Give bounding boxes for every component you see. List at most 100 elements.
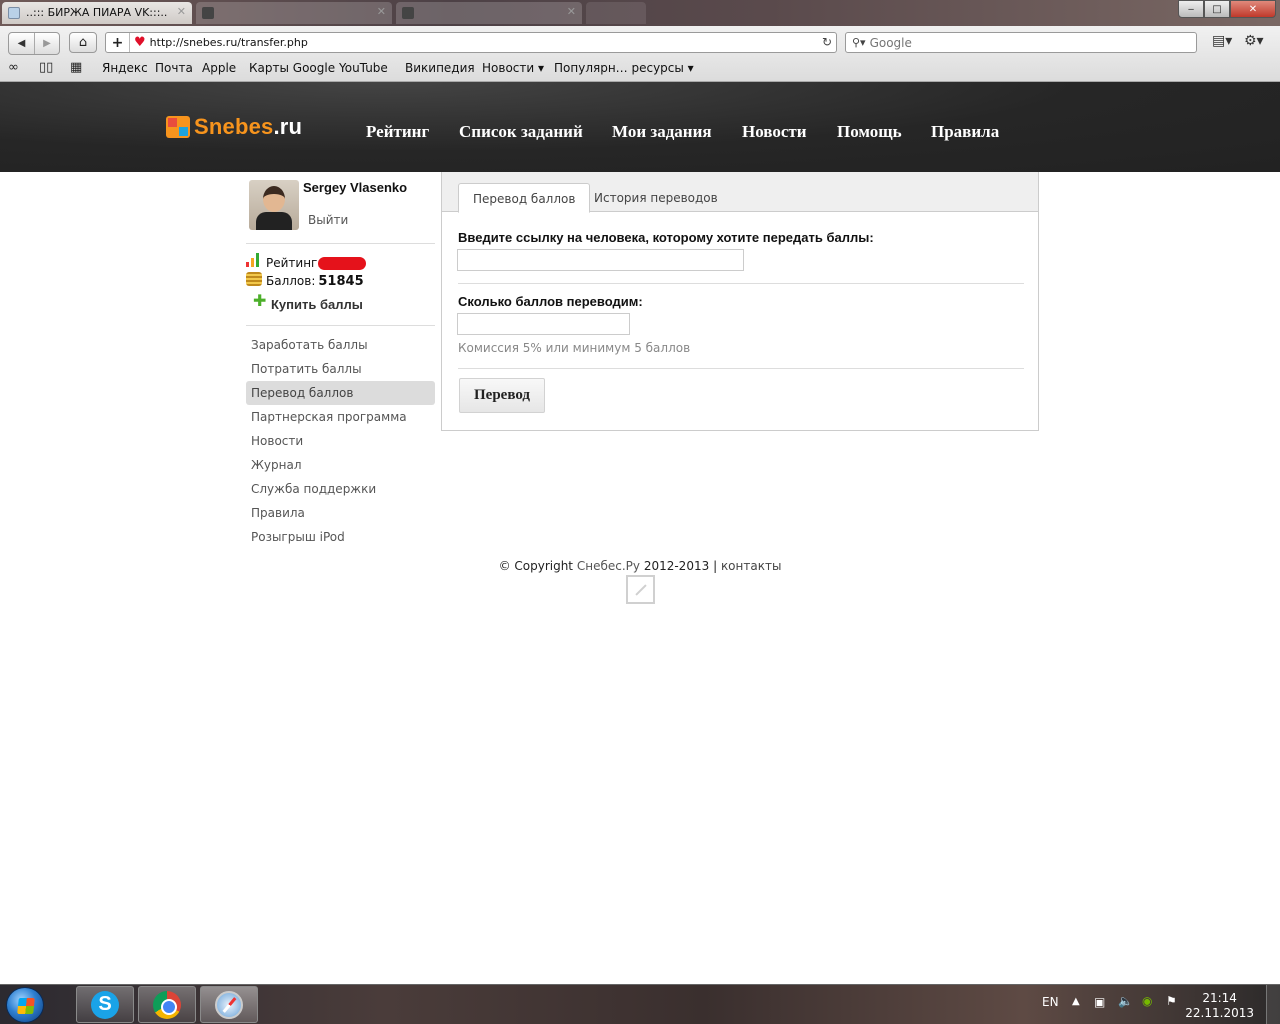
browser-tab-title: ..::: БИРЖА ПИАРА VK:::.. [26, 6, 168, 19]
rating-bars-icon [246, 252, 262, 267]
site-header: Snebes.ru Рейтинг Список заданий Мои зад… [0, 82, 1280, 172]
nvidia-icon[interactable]: ◉ [1142, 994, 1152, 1024]
bookmark-item[interactable]: Яндекс [102, 61, 148, 75]
sidebar-item-support[interactable]: Служба поддержки [246, 477, 435, 501]
skype-icon: S [91, 990, 119, 1019]
sidebar-item-partner-program[interactable]: Партнерская программа [246, 405, 435, 429]
nav-rating[interactable]: Рейтинг [366, 122, 429, 142]
home-icon[interactable]: ⌂ [69, 32, 97, 53]
address-url[interactable]: http://snebes.ru/transfer.php [150, 36, 308, 49]
system-clock[interactable]: 21:14 22.11.2013 [1185, 991, 1254, 1021]
plus-icon: ✚ [253, 291, 267, 310]
taskbar-app-skype[interactable]: S [76, 986, 134, 1023]
browser-tab-active[interactable]: ..::: БИРЖА ПИАРА VK:::.. ✕ [2, 2, 192, 24]
network-icon[interactable]: ▣ [1094, 995, 1105, 1024]
nav-my-tasks[interactable]: Мои задания [612, 122, 712, 142]
divider [458, 283, 1024, 284]
amount-input[interactable] [457, 313, 630, 335]
clock-time: 21:14 [1202, 991, 1237, 1005]
footer-years: 2012-2013 [643, 559, 710, 573]
bookmark-folder[interactable]: Новости ▾ [482, 61, 544, 75]
volume-icon[interactable]: 🔈 [1118, 994, 1133, 1024]
transfer-panel: Перевод баллов История переводов Введите… [441, 172, 1039, 431]
coins-icon [246, 272, 262, 286]
taskbar: S EN ▲ ▣ 🔈 ◉ ⚑ 21:14 22.11.2013 [0, 984, 1280, 1024]
taskbar-app-chrome[interactable] [138, 986, 196, 1023]
tab-transfer-history[interactable]: История переводов [580, 183, 732, 213]
show-desktop-button[interactable] [1266, 985, 1280, 1024]
contacts-link[interactable]: контакты [721, 559, 782, 573]
back-arrow-icon[interactable]: ◀ [9, 33, 34, 54]
action-center-flag-icon[interactable]: ⚑ [1166, 994, 1177, 1024]
browser-toolbar: ◀ ▶ ⌂ + ♥ http://snebes.ru/transfer.php … [0, 26, 1280, 82]
minimize-button[interactable]: ‒ [1178, 0, 1204, 18]
external-link-icon[interactable] [626, 575, 655, 604]
commission-note: Комиссия 5% или минимум 5 баллов [458, 341, 691, 355]
grid-icon[interactable]: ▦ [70, 60, 82, 75]
rating-label: Рейтинг: [266, 256, 322, 270]
sidebar-item-journal[interactable]: Журнал [246, 453, 435, 477]
close-tab-icon[interactable]: ✕ [377, 5, 386, 18]
bookmark-folder[interactable]: Популярн… ресурсы ▾ [554, 61, 694, 75]
sidebar-item-rules[interactable]: Правила [246, 501, 435, 525]
sidebar-item-transfer-points[interactable]: Перевод баллов [246, 381, 435, 405]
add-bookmark-icon[interactable]: + [106, 33, 130, 52]
sidebar-item-spend-points[interactable]: Потратить баллы [246, 357, 435, 381]
bookmark-item[interactable]: Почта [155, 61, 193, 75]
bookmark-item[interactable]: Apple [202, 61, 236, 75]
tab-transfer[interactable]: Перевод баллов [458, 183, 591, 213]
recipient-link-input[interactable] [457, 249, 744, 271]
close-window-button[interactable]: ✕ [1230, 0, 1276, 18]
show-hidden-icons-icon[interactable]: ▲ [1072, 996, 1080, 1024]
bookmark-item[interactable]: Википедия [405, 61, 475, 75]
browser-tab[interactable]: ✕ [196, 2, 392, 24]
page-favicon-icon [8, 7, 20, 19]
username[interactable]: Sergey Vlasenko [303, 180, 407, 195]
close-tab-icon[interactable]: ✕ [567, 5, 576, 18]
rating-value-redacted [318, 257, 366, 270]
book-icon[interactable]: ▯▯ [39, 60, 53, 75]
site-logo[interactable]: Snebes.ru [166, 114, 302, 140]
maximize-button[interactable]: □ [1204, 0, 1230, 18]
site-footer: © Copyright Снебес.Ру 2012-2013 | контак… [0, 559, 1280, 573]
nav-rules[interactable]: Правила [931, 122, 999, 142]
logo-name: Snebes [194, 114, 274, 139]
start-button[interactable] [6, 987, 44, 1023]
logout-link[interactable]: Выйти [308, 213, 348, 227]
panel-tabs: Перевод баллов История переводов [442, 172, 1038, 213]
nav-help[interactable]: Помощь [837, 122, 902, 142]
address-bar[interactable]: + ♥ http://snebes.ru/transfer.php ↻ [105, 32, 837, 53]
search-box[interactable]: ⚲▾ [845, 32, 1197, 53]
reading-glasses-icon[interactable]: ∞ [8, 60, 19, 75]
heart-icon: ♥ [134, 35, 146, 50]
avatar[interactable] [249, 180, 299, 230]
gear-icon[interactable]: ⚙▾ [1244, 33, 1264, 49]
points-row: Баллов: 51845 [266, 274, 364, 289]
page-favicon-icon [402, 7, 414, 19]
sidebar-item-ipod-giveaway[interactable]: Розыгрыш iPod [246, 525, 435, 549]
transfer-button[interactable]: Перевод [459, 378, 545, 413]
browser-tab[interactable] [586, 2, 646, 24]
nav-news[interactable]: Новости [742, 122, 807, 142]
reload-icon[interactable]: ↻ [822, 35, 832, 49]
nav-task-list[interactable]: Список заданий [459, 122, 583, 142]
page-favicon-icon [202, 7, 214, 19]
forward-arrow-icon[interactable]: ▶ [34, 33, 59, 54]
window-controls: ‒ □ ✕ [1178, 0, 1276, 18]
close-tab-icon[interactable]: ✕ [177, 5, 186, 18]
footer-separator: | [713, 559, 718, 573]
safari-icon [215, 990, 243, 1019]
bookmark-item[interactable]: YouTube [339, 61, 388, 75]
page-menu-icon[interactable]: ▤▾ [1212, 33, 1232, 49]
buy-points-link[interactable]: Купить баллы [271, 297, 363, 312]
search-input[interactable] [869, 35, 1170, 50]
logo-icon [166, 116, 190, 138]
sidebar-item-news[interactable]: Новости [246, 429, 435, 453]
language-indicator[interactable]: EN [1042, 995, 1059, 1024]
points-value: 51845 [318, 274, 364, 289]
sidebar-menu: Заработать баллы Потратить баллы Перевод… [246, 333, 435, 549]
bookmark-item[interactable]: Карты Google [249, 61, 335, 75]
sidebar-item-earn-points[interactable]: Заработать баллы [246, 333, 435, 357]
browser-tab[interactable]: ✕ [396, 2, 582, 24]
taskbar-app-safari[interactable] [200, 986, 258, 1023]
